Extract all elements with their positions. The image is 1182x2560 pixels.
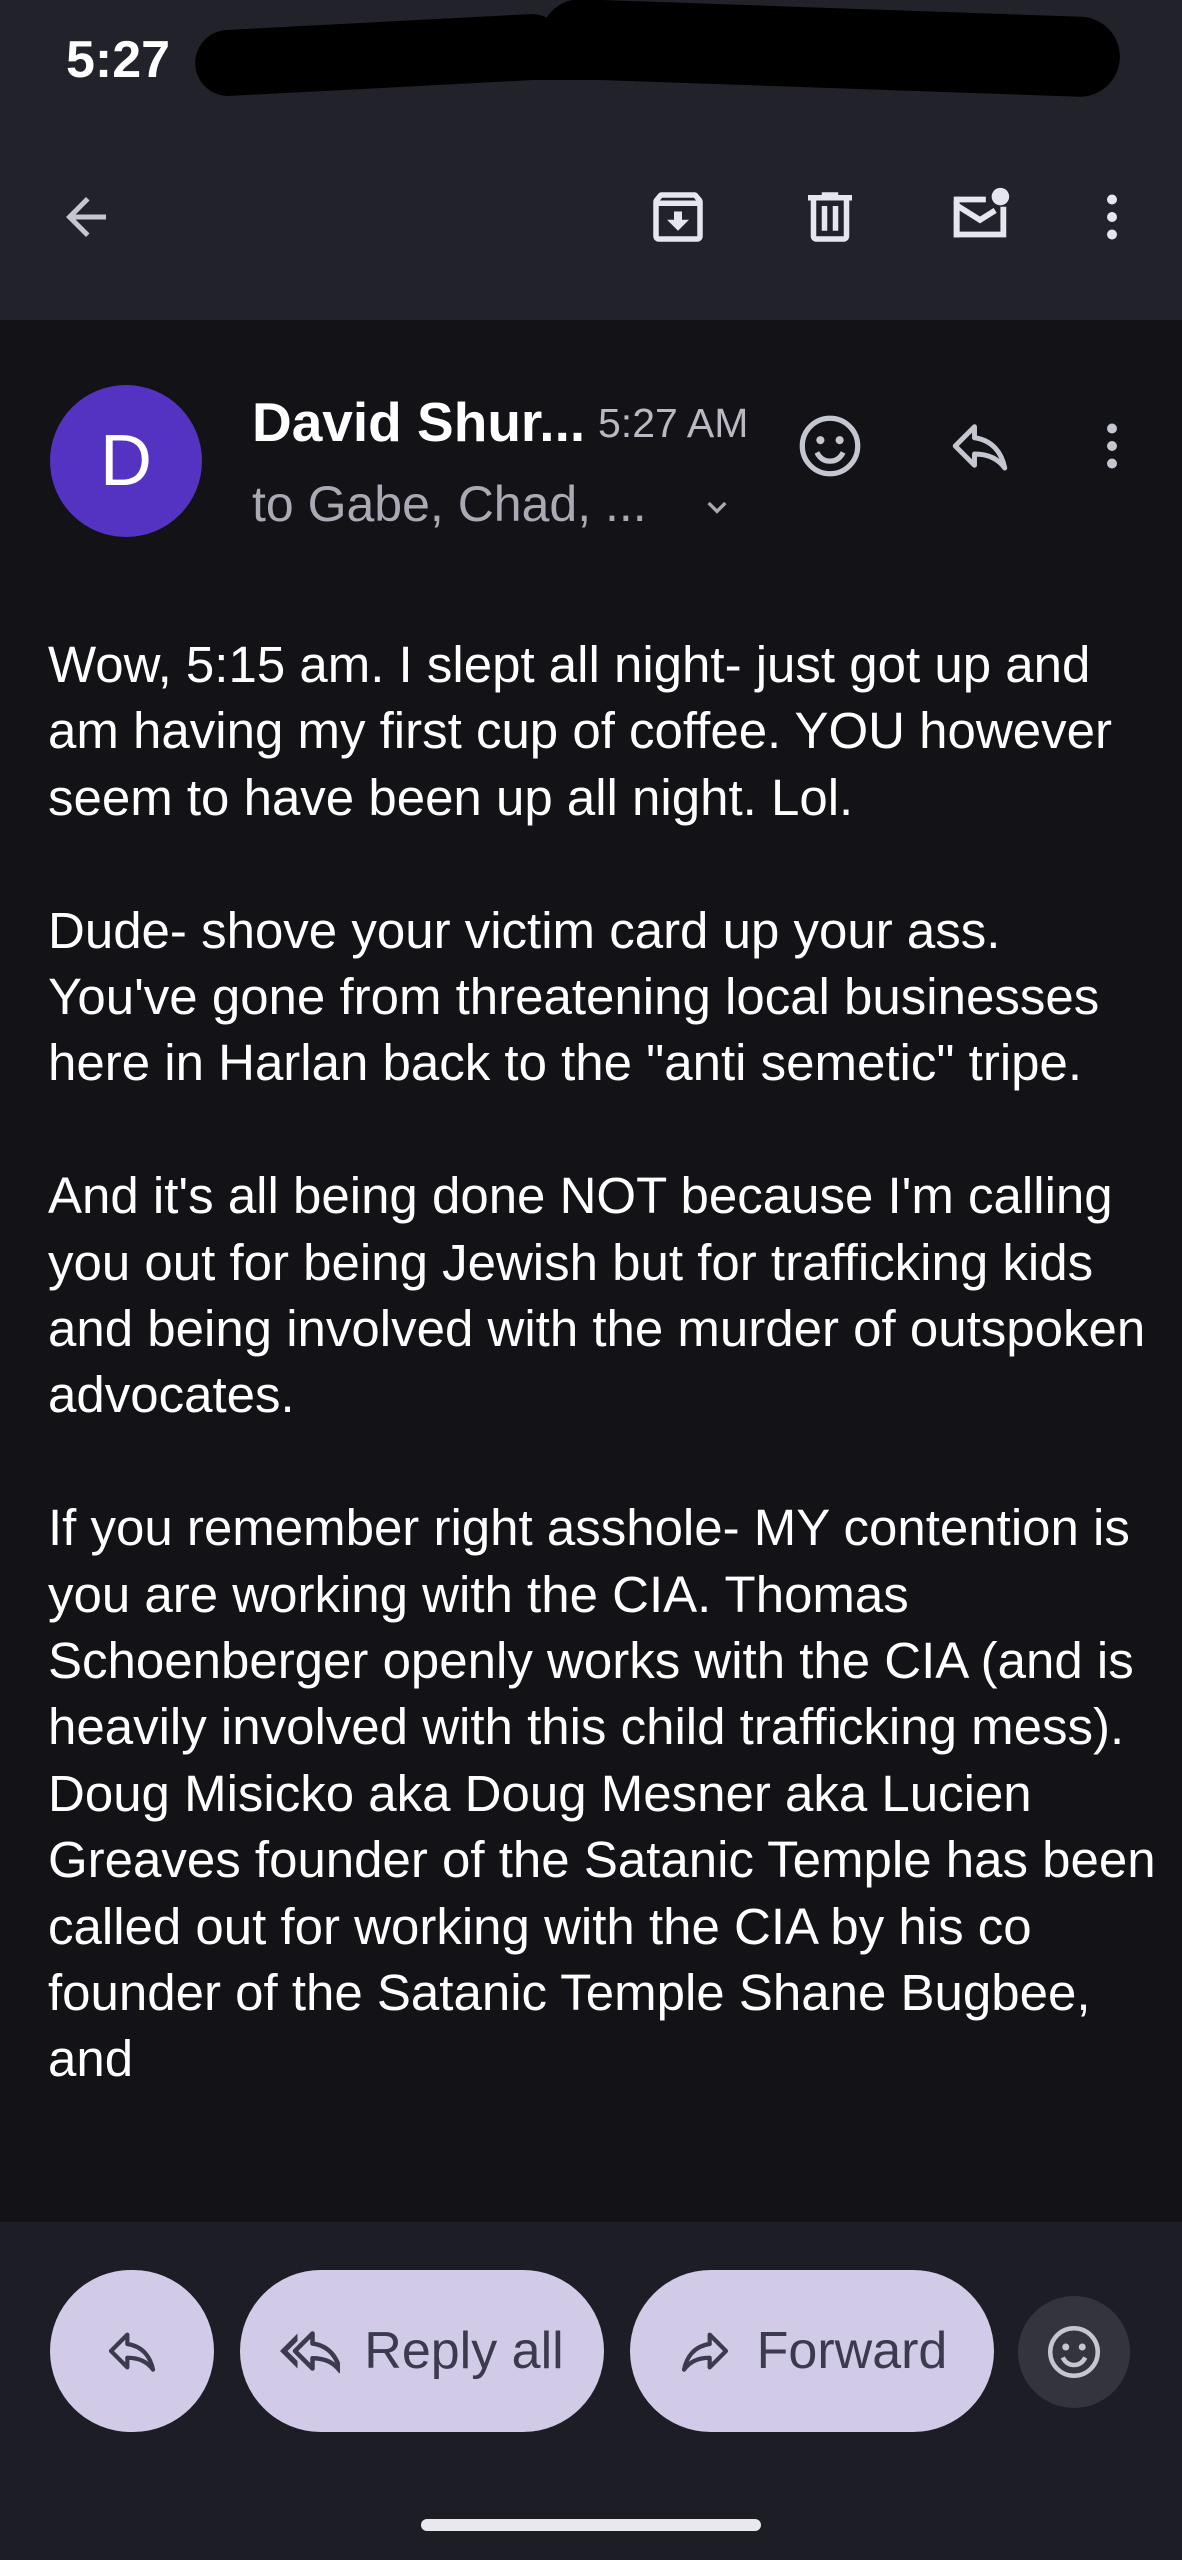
reply-icon xyxy=(952,424,1008,471)
emoji-icon xyxy=(799,415,861,477)
message-time: 5:27 AM xyxy=(598,400,749,446)
forward-button[interactable]: Forward xyxy=(630,2270,994,2432)
reply-all-button[interactable]: Reply all xyxy=(240,2270,604,2432)
bottom-action-bar: Reply all Forward xyxy=(0,2222,1182,2560)
recipients-label: to Gabe, Chad, ... xyxy=(252,476,647,532)
chevron-down-icon xyxy=(707,501,727,514)
archive-button[interactable] xyxy=(628,167,728,267)
redaction-mark xyxy=(538,0,1122,99)
mark-unread-icon xyxy=(953,187,1010,238)
add-reaction-button[interactable] xyxy=(780,396,880,496)
avatar[interactable]: D xyxy=(50,385,202,537)
mark-unread-button[interactable] xyxy=(930,167,1030,267)
reply-pill-button[interactable] xyxy=(50,2270,214,2432)
archive-icon xyxy=(653,192,703,242)
reply-all-label: Reply all xyxy=(364,2322,564,2380)
delete-button[interactable] xyxy=(780,167,880,267)
emoji-reaction-button[interactable] xyxy=(1018,2296,1130,2408)
more-vert-icon xyxy=(1107,423,1117,469)
redaction-mark xyxy=(420,40,620,80)
arrow-back-icon xyxy=(66,197,106,237)
body-paragraph: If you remember right asshole- MY conten… xyxy=(48,1499,1156,2088)
trash-icon xyxy=(808,192,852,242)
back-button[interactable] xyxy=(36,167,136,267)
more-vert-icon xyxy=(1107,194,1117,240)
status-time: 5:27 xyxy=(66,31,171,89)
body-paragraph: Wow, 5:15 am. I slept all night- just go… xyxy=(48,636,1112,826)
reply-all-icon xyxy=(280,2331,341,2374)
status-bar: 5:27 xyxy=(0,0,1182,115)
reply-button[interactable] xyxy=(930,396,1030,496)
reply-icon xyxy=(108,2332,156,2372)
body-paragraph: Dude- shove your victim card up your ass… xyxy=(48,901,1100,1092)
forward-icon xyxy=(681,2332,728,2372)
message-more-button[interactable] xyxy=(1062,396,1162,496)
body-paragraph: And it's all being done NOT because I'm … xyxy=(48,1167,1146,1424)
email-body: Wow, 5:15 am. I slept all night- just go… xyxy=(48,632,1158,2222)
recipients[interactable]: to Gabe, Chad, ... xyxy=(252,475,737,533)
home-indicator[interactable] xyxy=(421,2519,761,2531)
message-header: D David Shur... 5:27 AM to Gabe, Chad, .… xyxy=(0,320,1182,580)
emoji-icon xyxy=(1048,2326,1100,2378)
forward-label: Forward xyxy=(756,2322,948,2380)
sender-name[interactable]: David Shur... xyxy=(252,390,585,454)
more-options-button[interactable] xyxy=(1062,167,1162,267)
top-app-bar xyxy=(0,115,1182,320)
